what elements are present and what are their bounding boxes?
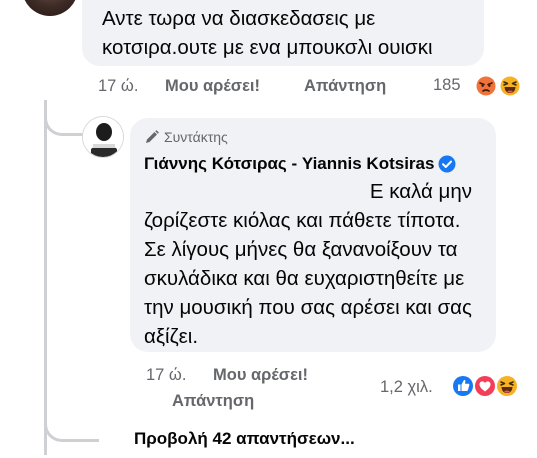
commenter-avatar[interactable] bbox=[22, 0, 78, 16]
author-avatar[interactable] bbox=[82, 116, 124, 158]
thread-connector bbox=[44, 400, 99, 442]
angry-icon bbox=[475, 75, 497, 97]
author-name[interactable]: Γιάννης Κότσιρας - Yiannis Kotsiras bbox=[144, 154, 434, 174]
reply-text-rest: ζορίζεστε κιόλας και πάθετε τίποτα. Σε λ… bbox=[144, 209, 472, 348]
comment-actions: 17 ώ. Μου αρέσει! Απάντηση 185 bbox=[98, 74, 528, 98]
thread-connector bbox=[44, 100, 88, 136]
love-icon bbox=[473, 374, 497, 398]
reply-reaction-count[interactable]: 1,2 χιλ. bbox=[380, 378, 433, 397]
comment-bubble: Αντε τωρα να διασκεδασεις με κοτσιρα.ουτ… bbox=[82, 0, 484, 66]
reply-reaction-icons[interactable] bbox=[450, 372, 530, 400]
reply-bubble: Συντάκτης Γιάννης Κότσιρας - Yiannis Kot… bbox=[130, 118, 496, 352]
reply-reply-button[interactable]: Απάντηση bbox=[172, 392, 254, 411]
like-icon bbox=[451, 374, 475, 398]
comment-time[interactable]: 17 ώ. bbox=[98, 77, 165, 96]
author-badge-label: Συντάκτης bbox=[164, 129, 228, 145]
view-replies-link[interactable]: Προβολή 42 απαντήσεων... bbox=[134, 429, 355, 449]
comment-text: Αντε τωρα να διασκεδασεις με κοτσιρα.ουτ… bbox=[102, 7, 433, 59]
reaction-count[interactable]: 185 bbox=[433, 76, 461, 95]
verified-badge-icon bbox=[438, 155, 456, 173]
reply-text: Ε καλά μην ζορίζεστε κιόλας και πάθετε τ… bbox=[144, 177, 480, 351]
author-avatar-image bbox=[83, 117, 123, 157]
pencil-icon bbox=[146, 130, 159, 143]
reply-text-first-line: Ε καλά μην bbox=[369, 180, 472, 203]
haha-icon bbox=[499, 75, 521, 97]
reply-time[interactable]: 17 ώ. bbox=[146, 366, 186, 385]
author-badge: Συντάκτης bbox=[144, 126, 482, 148]
author-name-row: Γιάννης Κότσιρας - Yiannis Kotsiras bbox=[144, 153, 482, 175]
reply-like-button[interactable]: Μου αρέσει! bbox=[213, 366, 308, 385]
reaction-icons[interactable] bbox=[474, 74, 526, 98]
reply-button[interactable]: Απάντηση bbox=[304, 77, 386, 96]
like-button[interactable]: Μου αρέσει! bbox=[165, 77, 304, 96]
haha-icon bbox=[495, 374, 519, 398]
